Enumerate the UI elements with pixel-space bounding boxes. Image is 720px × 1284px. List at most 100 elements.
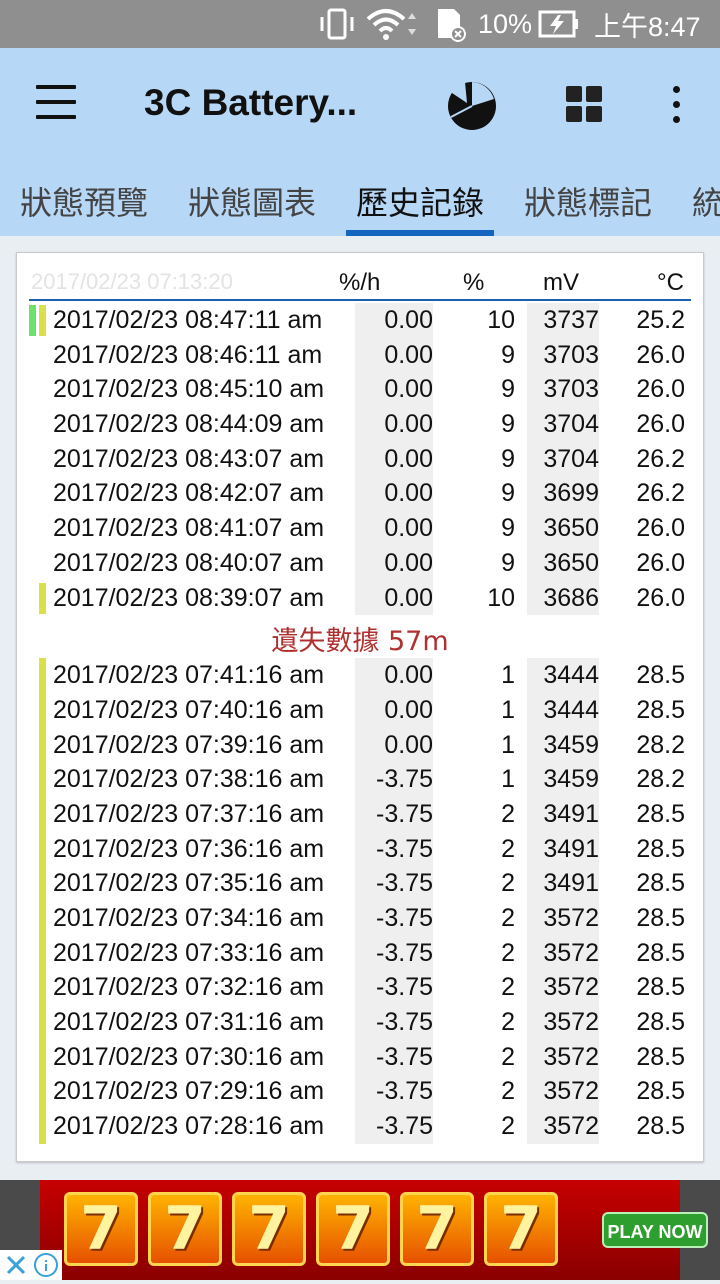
- table-row[interactable]: 2017/02/23 07:34:16 am -3.75 2 3572 28.5: [17, 901, 703, 936]
- history-table[interactable]: 2017/02/23 07:13:20 %/h % mV °C 2017/02/…: [16, 252, 704, 1162]
- tab-statistics[interactable]: 統: [692, 178, 720, 224]
- ad-banner[interactable]: PLAY NOW 777777: [0, 1180, 720, 1280]
- table-row[interactable]: 2017/02/23 07:35:16 am -3.75 2 3491 28.5: [17, 866, 703, 901]
- cell-percent: 2: [501, 1112, 515, 1141]
- cell-temperature: 26.0: [636, 514, 685, 543]
- table-row[interactable]: 2017/02/23 08:46:11 am 0.00 9 3703 26.0: [17, 337, 703, 373]
- cell-voltage: 3572: [527, 1074, 599, 1110]
- table-row[interactable]: 2017/02/23 07:29:16 am -3.75 2 3572 28.5: [17, 1074, 703, 1110]
- table-row[interactable]: 2017/02/23 07:32:16 am -3.75 2 3572 28.5: [17, 970, 703, 1006]
- cell-voltage: 3572: [527, 901, 599, 936]
- cell-rate: -3.75: [355, 762, 433, 797]
- cell-temperature: 26.2: [636, 479, 685, 508]
- cell-voltage: 3686: [527, 580, 599, 616]
- column-header-rate: %/h: [339, 269, 381, 296]
- cell-percent: 10: [487, 306, 515, 334]
- cell-rate: 0.00: [355, 692, 433, 728]
- table-row[interactable]: 2017/02/23 07:30:16 am -3.75 2 3572 28.5: [17, 1039, 703, 1075]
- table-row[interactable]: 2017/02/23 07:28:16 am -3.75 2 3572 28.5: [17, 1109, 703, 1144]
- cell-voltage: 3704: [527, 441, 599, 477]
- tab-status-chart[interactable]: 狀態圖表: [188, 178, 316, 224]
- table-row[interactable]: 2017/02/23 08:47:11 am 0.00 10 3737 25.2: [17, 303, 703, 338]
- row-marker-yellow: [39, 831, 46, 867]
- cell-temperature: 28.2: [636, 765, 685, 794]
- table-row[interactable]: 2017/02/23 08:41:07 am 0.00 9 3650 26.0: [17, 511, 703, 546]
- table-row[interactable]: 2017/02/23 07:33:16 am -3.75 2 3572 28.5: [17, 935, 703, 971]
- table-row[interactable]: 2017/02/23 08:39:07 am 0.00 10 3686 26.0: [17, 580, 703, 616]
- cell-percent: 2: [501, 904, 515, 932]
- cell-percent: 1: [501, 695, 515, 724]
- ad-close-icon[interactable]: [0, 1250, 62, 1280]
- column-header-voltage: mV: [543, 269, 579, 296]
- table-row[interactable]: 2017/02/23 07:31:16 am -3.75 2 3572 28.5: [17, 1005, 703, 1040]
- table-row[interactable]: 2017/02/23 08:43:07 am 0.00 9 3704 26.2: [17, 441, 703, 477]
- table-row[interactable]: 2017/02/23 08:42:07 am 0.00 9 3699 26.2: [17, 476, 703, 512]
- cell-rate: 0.00: [355, 303, 433, 338]
- cell-rate: -3.75: [355, 866, 433, 901]
- table-row[interactable]: 2017/02/23 07:39:16 am 0.00 1 3459 28.2: [17, 727, 703, 763]
- cell-percent: 9: [501, 444, 515, 473]
- cell-voltage: 3572: [527, 935, 599, 971]
- cell-datetime: 2017/02/23 07:33:16 am: [53, 938, 325, 967]
- cell-voltage: 3572: [527, 1005, 599, 1040]
- slot-seven-icon: 7: [148, 1192, 222, 1266]
- cell-temperature: 28.2: [636, 730, 685, 759]
- cell-datetime: 2017/02/23 07:35:16 am: [53, 869, 325, 898]
- cell-datetime: 2017/02/23 08:39:07 am: [53, 583, 325, 612]
- slot-seven-icon: 7: [232, 1192, 306, 1266]
- table-row[interactable]: 2017/02/23 08:40:07 am 0.00 9 3650 26.0: [17, 545, 703, 581]
- cell-voltage: 3572: [527, 970, 599, 1006]
- cell-temperature: 26.0: [636, 548, 685, 577]
- cell-percent: 9: [501, 410, 515, 439]
- row-marker-yellow: [39, 935, 46, 971]
- table-row[interactable]: 2017/02/23 07:38:16 am -3.75 1 3459 28.2: [17, 762, 703, 797]
- table-row[interactable]: 2017/02/23 08:44:09 am 0.00 9 3704 26.0: [17, 407, 703, 442]
- cell-voltage: 3491: [527, 866, 599, 901]
- table-row[interactable]: 2017/02/23 08:45:10 am 0.00 9 3703 26.0: [17, 372, 703, 408]
- cell-rate: 0.00: [355, 441, 433, 477]
- ad-creative[interactable]: PLAY NOW 777777: [40, 1180, 708, 1280]
- cell-rate: -3.75: [355, 1039, 433, 1075]
- cell-percent: 9: [501, 514, 515, 543]
- pie-chart-icon[interactable]: [445, 79, 499, 137]
- cell-rate: 0.00: [355, 372, 433, 408]
- table-row[interactable]: 2017/02/23 07:37:16 am -3.75 2 3491 28.5: [17, 796, 703, 832]
- header-divider: [29, 299, 691, 301]
- play-now-button[interactable]: PLAY NOW: [602, 1212, 708, 1248]
- cell-voltage: 3491: [527, 831, 599, 867]
- tab-history[interactable]: 歷史記錄: [356, 178, 484, 224]
- cell-percent: 1: [501, 765, 515, 794]
- cell-rate: -3.75: [355, 970, 433, 1006]
- cell-datetime: 2017/02/23 08:46:11 am: [53, 340, 323, 369]
- tab-status-markers[interactable]: 狀態標記: [524, 178, 652, 224]
- menu-icon[interactable]: [36, 85, 76, 119]
- cell-temperature: 28.5: [636, 869, 685, 898]
- grid-view-icon[interactable]: [566, 86, 602, 122]
- row-marker-yellow: [39, 1005, 46, 1040]
- cell-voltage: 3703: [527, 337, 599, 373]
- cell-percent: 2: [501, 834, 515, 863]
- more-vert-icon[interactable]: [670, 86, 682, 124]
- cell-temperature: 26.2: [636, 444, 685, 473]
- cell-datetime: 2017/02/23 08:44:09 am: [53, 410, 325, 439]
- table-row[interactable]: 2017/02/23 07:36:16 am -3.75 2 3491 28.5: [17, 831, 703, 867]
- cell-rate: -3.75: [355, 1005, 433, 1040]
- cell-voltage: 3444: [527, 692, 599, 728]
- cell-datetime: 2017/02/23 08:42:07 am: [53, 479, 325, 508]
- row-marker-yellow: [39, 1074, 46, 1110]
- ad-close-area[interactable]: [0, 1250, 62, 1280]
- cell-rate: -3.75: [355, 831, 433, 867]
- cell-rate: 0.00: [355, 476, 433, 512]
- cell-rate: 0.00: [355, 727, 433, 763]
- cell-percent: 2: [501, 869, 515, 898]
- table-row[interactable]: 2017/02/23 07:41:16 am 0.00 1 3444 28.5: [17, 658, 703, 693]
- row-marker-yellow: [39, 305, 46, 336]
- cell-rate: -3.75: [355, 796, 433, 832]
- cell-datetime: 2017/02/23 07:38:16 am: [53, 765, 325, 794]
- slot-seven-icon: 7: [316, 1192, 390, 1266]
- cell-temperature: 26.0: [636, 583, 685, 612]
- table-row[interactable]: 2017/02/23 07:40:16 am 0.00 1 3444 28.5: [17, 692, 703, 728]
- cell-datetime: 2017/02/23 08:47:11 am: [53, 306, 323, 334]
- vibrate-icon: [318, 0, 356, 48]
- tab-status-overview[interactable]: 狀態預覽: [20, 178, 148, 224]
